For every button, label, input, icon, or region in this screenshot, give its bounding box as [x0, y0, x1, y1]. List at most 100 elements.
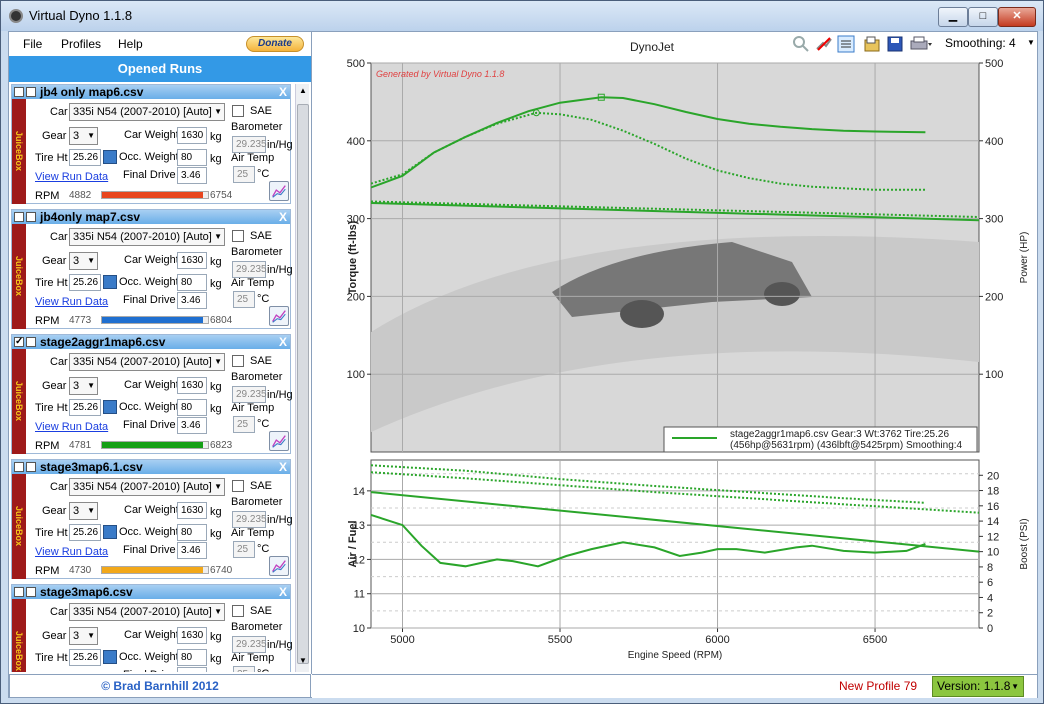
zoom-icon[interactable]	[792, 35, 810, 53]
car-weight-input[interactable]: 1630	[177, 377, 207, 394]
car-select[interactable]: 335i N54 (2007-2010) [Auto] ▼	[69, 103, 225, 121]
save-icon[interactable]	[886, 35, 904, 53]
close-button[interactable]: ✕	[998, 7, 1036, 27]
air-temp-input[interactable]: 25	[233, 166, 255, 183]
run-visible-checkbox[interactable]	[14, 462, 24, 472]
barometer-input[interactable]: 29.235	[232, 136, 267, 153]
legend-icon[interactable]	[837, 35, 855, 53]
dyno-chart[interactable]: 100 100200 200300 300400 400500 500Torque (ft…	[312, 32, 1037, 674]
run-card-header[interactable]: stage3map6.csv X	[12, 585, 290, 599]
scroll-down-icon[interactable]: ▼	[297, 656, 309, 670]
run-card-header[interactable]: ✓ stage2aggr1map6.csv X	[12, 335, 290, 349]
sae-checkbox[interactable]	[232, 230, 244, 242]
gear-select[interactable]: 3 ▼	[69, 377, 98, 395]
clear-icon[interactable]	[815, 35, 833, 53]
gear-select[interactable]: 3 ▼	[69, 502, 98, 520]
view-run-data-link[interactable]: View Run Data	[35, 171, 108, 183]
view-run-data-link[interactable]: View Run Data	[35, 671, 108, 672]
rpm-range-slider[interactable]	[101, 316, 209, 324]
final-drive-input[interactable]	[177, 667, 207, 672]
close-run-icon[interactable]: X	[279, 335, 287, 349]
calculator-icon[interactable]	[103, 525, 117, 539]
barometer-input[interactable]: 29.235	[232, 261, 267, 278]
run-visible-checkbox[interactable]	[14, 587, 24, 597]
rpm-range-slider[interactable]	[101, 191, 209, 199]
tire-ht-input[interactable]: 25.26	[69, 274, 101, 291]
rpm-range-slider[interactable]	[101, 441, 209, 449]
menu-help[interactable]: Help	[118, 37, 143, 51]
smoothing-dropdown[interactable]: Smoothing: 4	[945, 36, 1016, 50]
donate-button[interactable]: Donate	[246, 36, 304, 52]
maximize-button[interactable]: □	[968, 7, 998, 27]
car-select[interactable]: 335i N54 (2007-2010) [Auto] ▼	[69, 228, 225, 246]
air-temp-input[interactable]: 25	[233, 666, 255, 672]
run-collapse-checkbox[interactable]	[26, 462, 36, 472]
final-drive-input[interactable]: 3.46	[177, 167, 207, 184]
menu-file[interactable]: File	[23, 37, 42, 51]
close-run-icon[interactable]: X	[279, 210, 287, 224]
calculator-icon[interactable]	[103, 275, 117, 289]
view-run-data-link[interactable]: View Run Data	[35, 546, 108, 558]
car-weight-input[interactable]: 1630	[177, 252, 207, 269]
scroll-up-icon[interactable]: ▲	[297, 86, 309, 100]
car-select[interactable]: 335i N54 (2007-2010) [Auto] ▼	[69, 478, 225, 496]
rpm-range-slider[interactable]	[101, 566, 209, 574]
run-collapse-checkbox[interactable]	[26, 337, 36, 347]
scroll-thumb[interactable]	[297, 104, 309, 664]
run-visible-checkbox[interactable]	[14, 87, 24, 97]
air-temp-input[interactable]: 25	[233, 291, 255, 308]
air-temp-input[interactable]: 25	[233, 541, 255, 558]
profile-status[interactable]: New Profile 79	[839, 679, 917, 693]
sae-checkbox[interactable]	[232, 105, 244, 117]
sae-checkbox[interactable]	[232, 605, 244, 617]
view-run-data-link[interactable]: View Run Data	[35, 421, 108, 433]
run-visible-checkbox[interactable]	[14, 212, 24, 222]
run-card-header[interactable]: jb4 only map6.csv X	[12, 85, 290, 99]
occ-weight-input[interactable]: 80	[177, 274, 207, 291]
final-drive-input[interactable]: 3.46	[177, 542, 207, 559]
car-weight-input[interactable]: 1630	[177, 502, 207, 519]
run-collapse-checkbox[interactable]	[26, 587, 36, 597]
run-visible-checkbox[interactable]: ✓	[14, 336, 24, 347]
close-run-icon[interactable]: X	[279, 460, 287, 474]
calculator-icon[interactable]	[103, 150, 117, 164]
sae-checkbox[interactable]	[232, 355, 244, 367]
gear-select[interactable]: 3 ▼	[69, 627, 98, 645]
gear-select[interactable]: 3 ▼	[69, 127, 98, 145]
graph-color-icon[interactable]	[269, 181, 289, 201]
barometer-input[interactable]: 29.235	[232, 511, 267, 528]
minimize-button[interactable]: ▁	[938, 7, 968, 27]
occ-weight-input[interactable]: 80	[177, 649, 207, 666]
car-weight-input[interactable]: 1630	[177, 627, 207, 644]
close-run-icon[interactable]: X	[279, 85, 287, 99]
barometer-input[interactable]: 29.235	[232, 636, 267, 653]
title-bar[interactable]: Virtual Dyno 1.1.8 ▁ □ ✕	[1, 1, 1043, 31]
occ-weight-input[interactable]: 80	[177, 149, 207, 166]
menu-profiles[interactable]: Profiles	[61, 37, 101, 51]
occ-weight-input[interactable]: 80	[177, 399, 207, 416]
smoothing-chevron-icon[interactable]: ▼	[1027, 38, 1035, 47]
car-weight-input[interactable]: 1630	[177, 127, 207, 144]
sae-checkbox[interactable]	[232, 480, 244, 492]
car-select[interactable]: 335i N54 (2007-2010) [Auto] ▼	[69, 353, 225, 371]
graph-color-icon[interactable]	[269, 556, 289, 576]
tire-ht-input[interactable]: 25.26	[69, 524, 101, 541]
version-button[interactable]: Version: 1.1.8 ▼	[932, 676, 1024, 697]
tire-ht-input[interactable]: 25.26	[69, 149, 101, 166]
tire-ht-input[interactable]: 25.26	[69, 649, 101, 666]
air-temp-input[interactable]: 25	[233, 416, 255, 433]
barometer-input[interactable]: 29.235	[232, 386, 267, 403]
run-collapse-checkbox[interactable]	[26, 87, 36, 97]
occ-weight-input[interactable]: 80	[177, 524, 207, 541]
final-drive-input[interactable]: 3.46	[177, 417, 207, 434]
run-collapse-checkbox[interactable]	[26, 212, 36, 222]
car-select[interactable]: 335i N54 (2007-2010) [Auto] ▼	[69, 603, 225, 621]
close-run-icon[interactable]: X	[279, 585, 287, 599]
tire-ht-input[interactable]: 25.26	[69, 399, 101, 416]
calculator-icon[interactable]	[103, 400, 117, 414]
run-card-header[interactable]: jb4only map7.csv X	[12, 210, 290, 224]
view-run-data-link[interactable]: View Run Data	[35, 296, 108, 308]
graph-color-icon[interactable]	[269, 306, 289, 326]
print-icon[interactable]	[909, 35, 933, 53]
calculator-icon[interactable]	[103, 650, 117, 664]
